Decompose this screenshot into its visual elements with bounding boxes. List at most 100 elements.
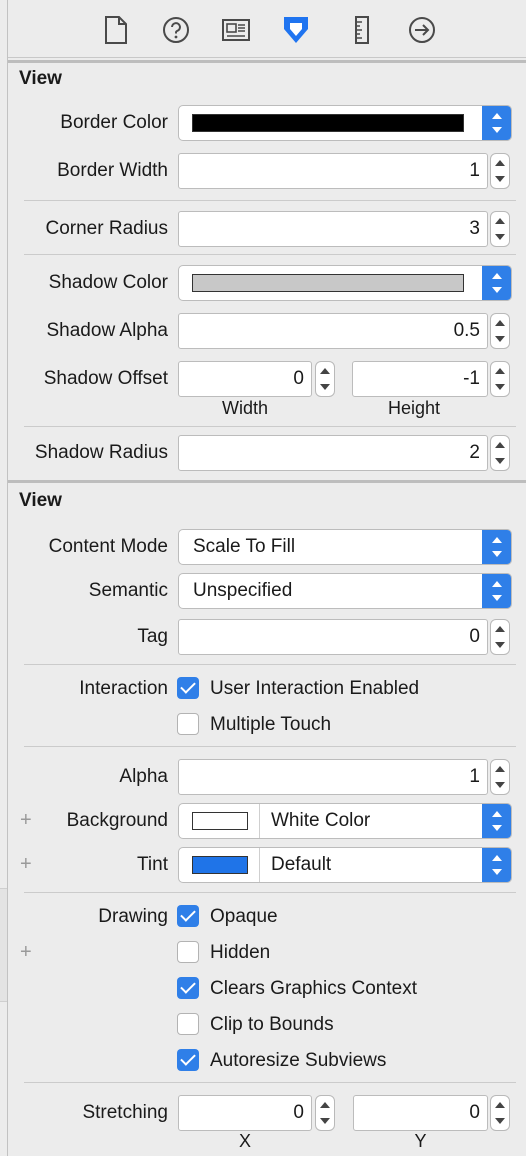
chevron-down-icon — [495, 384, 505, 390]
tint-label: Tint — [137, 854, 168, 875]
chevron-down-icon — [320, 1118, 330, 1124]
add-background-variation-button[interactable]: + — [20, 810, 32, 830]
shadow-alpha-label: Shadow Alpha — [46, 320, 169, 341]
shadow-alpha-stepper[interactable] — [490, 313, 510, 349]
autoresize-subviews-checkbox[interactable] — [177, 1049, 199, 1071]
chevron-updown-icon — [482, 848, 511, 882]
chevron-updown-icon — [482, 266, 511, 300]
stretching-y-field[interactable]: 0 — [353, 1095, 488, 1131]
chevron-up-icon — [495, 368, 505, 374]
background-color-value: White Color — [271, 810, 371, 831]
alpha-field[interactable]: 1 — [178, 759, 488, 795]
quick-help-tab[interactable] — [160, 14, 192, 46]
section-title-view: View — [19, 68, 62, 89]
shadow-offset-height-stepper[interactable] — [490, 361, 510, 397]
stretching-x-caption: X — [238, 1131, 251, 1151]
border-width-stepper[interactable] — [490, 153, 510, 189]
clip-to-bounds-checkbox[interactable] — [177, 1013, 199, 1035]
chevron-up-icon — [495, 218, 505, 224]
autoresize-subviews-label: Autoresize Subviews — [210, 1050, 387, 1071]
identity-inspector-tab[interactable] — [220, 14, 252, 46]
shadow-color-label: Shadow Color — [48, 272, 168, 293]
inspector-toolbar — [8, 0, 526, 58]
shadow-color-swatch — [192, 274, 464, 292]
shadow-radius-field[interactable]: 2 — [178, 435, 488, 471]
stretching-x-stepper[interactable] — [315, 1095, 335, 1131]
chevron-up-icon — [320, 368, 330, 374]
chevron-down-icon — [495, 1118, 505, 1124]
shadow-offset-width-stepper[interactable] — [315, 361, 335, 397]
clears-graphics-context-label: Clears Graphics Context — [210, 978, 417, 999]
interaction-label: Interaction — [79, 678, 168, 699]
file-inspector-tab[interactable] — [100, 14, 132, 46]
section-separator — [8, 60, 526, 63]
tag-field[interactable]: 0 — [178, 619, 488, 655]
alpha-stepper[interactable] — [490, 759, 510, 795]
chevron-up-icon — [495, 766, 505, 772]
popup-divider — [259, 804, 260, 838]
size-inspector-tab[interactable] — [346, 14, 378, 46]
border-width-label: Border Width — [57, 160, 168, 181]
chevron-updown-icon — [482, 574, 511, 608]
border-color-label: Border Color — [60, 112, 168, 133]
shadow-offset-height-caption: Height — [387, 398, 441, 418]
size-ruler-icon — [355, 16, 369, 44]
shadow-radius-label: Shadow Radius — [34, 442, 168, 463]
clears-graphics-context-checkbox[interactable] — [177, 977, 199, 999]
corner-radius-stepper[interactable] — [490, 211, 510, 247]
stretching-x-field[interactable]: 0 — [178, 1095, 312, 1131]
attributes-inspector-tab[interactable] — [280, 14, 312, 46]
tint-color-popup[interactable]: Default — [178, 847, 512, 883]
chevron-up-icon — [495, 626, 505, 632]
chevron-up-icon — [495, 320, 505, 326]
help-icon — [163, 17, 189, 43]
semantic-label: Semantic — [88, 580, 168, 601]
file-icon — [105, 16, 127, 44]
tag-label: Tag — [137, 626, 168, 647]
shadow-alpha-field[interactable]: 0.5 — [178, 313, 488, 349]
popup-divider — [259, 848, 260, 882]
stretching-y-caption: Y — [414, 1131, 427, 1151]
multiple-touch-checkbox[interactable] — [177, 713, 199, 735]
stretching-y-stepper[interactable] — [490, 1095, 510, 1131]
shadow-offset-height-field[interactable]: -1 — [352, 361, 488, 397]
connections-inspector-tab[interactable] — [406, 14, 438, 46]
tag-stepper[interactable] — [490, 619, 510, 655]
corner-radius-field[interactable]: 3 — [178, 211, 488, 247]
add-hidden-variation-button[interactable]: + — [20, 942, 32, 962]
tint-color-swatch — [192, 856, 248, 874]
content-mode-value: Scale To Fill — [193, 536, 296, 557]
opaque-checkbox[interactable] — [177, 905, 199, 927]
shadow-offset-width-field[interactable]: 0 — [178, 361, 312, 397]
hidden-checkbox[interactable] — [177, 941, 199, 963]
left-edge-notch — [0, 888, 7, 1002]
user-interaction-enabled-checkbox[interactable] — [177, 677, 199, 699]
chevron-updown-icon — [482, 530, 511, 564]
border-color-popup[interactable] — [178, 105, 512, 141]
chevron-updown-icon — [482, 804, 511, 838]
divider — [24, 664, 516, 665]
shadow-radius-stepper[interactable] — [490, 435, 510, 471]
background-color-popup[interactable]: White Color — [178, 803, 512, 839]
drawing-label: Drawing — [98, 906, 168, 927]
content-mode-label: Content Mode — [48, 536, 168, 557]
semantic-popup[interactable]: Unspecified — [178, 573, 512, 609]
background-color-swatch — [192, 812, 248, 830]
chevron-updown-icon — [482, 106, 511, 140]
chevron-down-icon — [495, 336, 505, 342]
shadow-color-popup[interactable] — [178, 265, 512, 301]
background-label: Background — [66, 810, 168, 831]
divider — [24, 426, 516, 427]
identity-icon — [222, 19, 250, 41]
user-interaction-enabled-label: User Interaction Enabled — [210, 678, 420, 699]
multiple-touch-label: Multiple Touch — [210, 714, 332, 735]
add-tint-variation-button[interactable]: + — [20, 854, 32, 874]
content-mode-popup[interactable]: Scale To Fill — [178, 529, 512, 565]
shadow-offset-width-caption: Width — [221, 398, 268, 418]
divider — [24, 254, 516, 255]
chevron-up-icon — [495, 1102, 505, 1108]
border-width-field[interactable]: 1 — [178, 153, 488, 189]
opaque-label: Opaque — [210, 906, 278, 927]
semantic-value: Unspecified — [193, 580, 293, 601]
corner-radius-label: Corner Radius — [45, 218, 169, 239]
